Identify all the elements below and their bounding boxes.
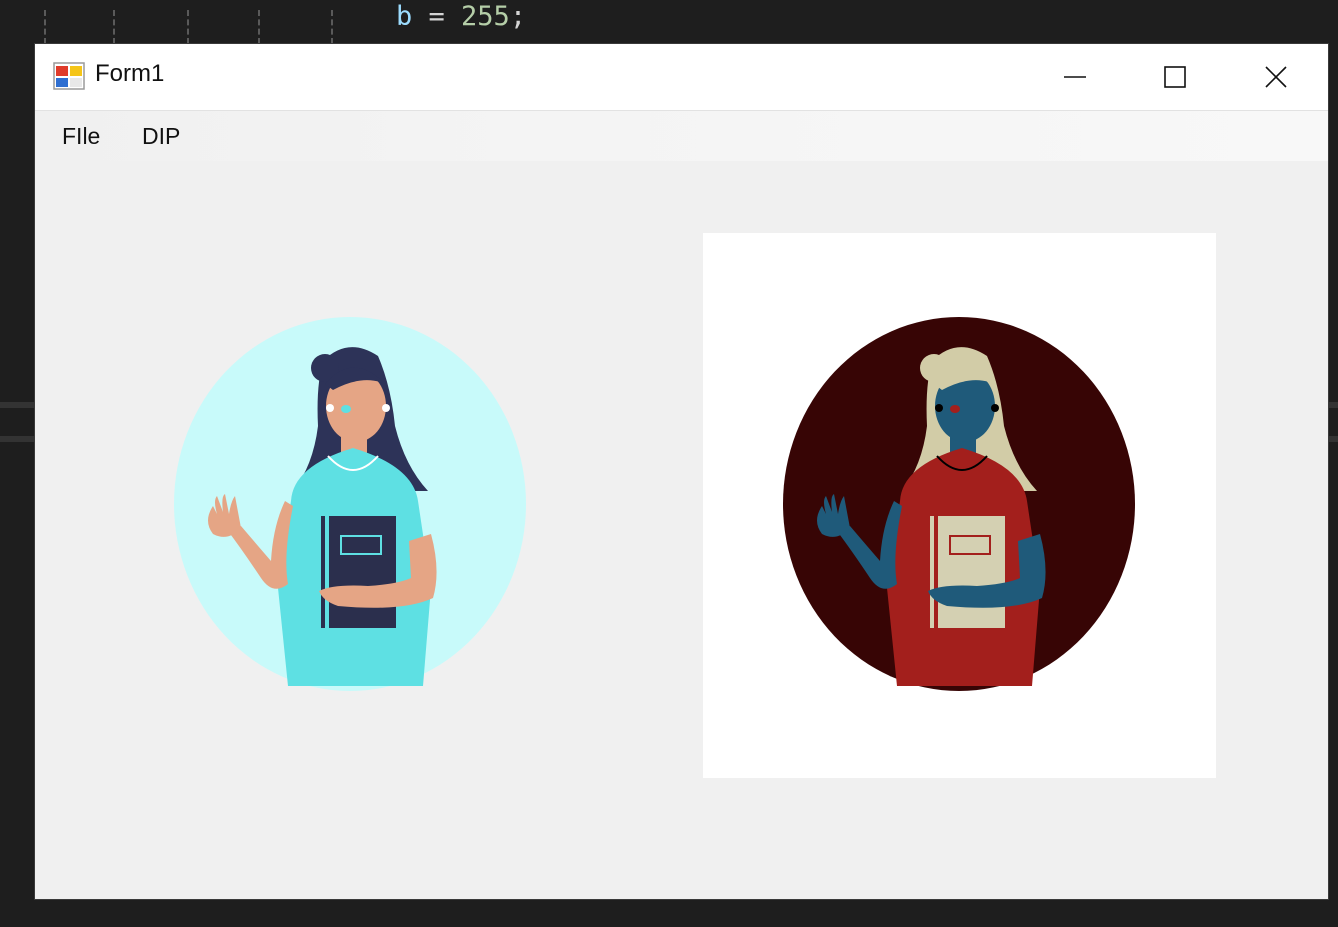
title-bar[interactable]: Form1: [35, 44, 1328, 111]
editor-divider: [1328, 402, 1338, 408]
indent-guide: [331, 10, 333, 44]
code-variable: b: [396, 1, 413, 32]
indent-guide: [44, 10, 46, 44]
editor-divider: [0, 402, 35, 408]
indent-guide: [113, 10, 115, 44]
maximize-button[interactable]: [1125, 44, 1225, 110]
code-semicolon: ;: [509, 1, 527, 32]
menu-item-file[interactable]: FIle: [58, 121, 104, 152]
code-number: 255: [461, 1, 510, 32]
processed-image-picturebox: [703, 233, 1216, 778]
form-window: Form1 FIle DIP: [35, 44, 1328, 899]
editor-divider: [0, 436, 35, 442]
code-operator: =: [412, 1, 462, 32]
woman-holding-book-illustration: [174, 317, 526, 691]
menu-item-dip[interactable]: DIP: [138, 121, 184, 152]
menu-bar: FIle DIP: [35, 111, 1328, 161]
close-icon: [1265, 66, 1287, 88]
original-image-picturebox: [173, 316, 528, 692]
editor-divider: [1328, 436, 1338, 442]
color-inverted-woman-holding-book-illustration: [783, 317, 1135, 691]
indent-guide: [258, 10, 260, 44]
indent-guide: [187, 10, 189, 44]
minimize-button[interactable]: [1025, 44, 1125, 110]
winforms-app-icon: [53, 62, 85, 90]
code-line: b = 255;: [396, 0, 526, 40]
window-title: Form1: [95, 60, 165, 87]
minimize-icon: [1064, 76, 1086, 78]
close-button[interactable]: [1226, 44, 1326, 110]
maximize-icon: [1164, 66, 1186, 88]
